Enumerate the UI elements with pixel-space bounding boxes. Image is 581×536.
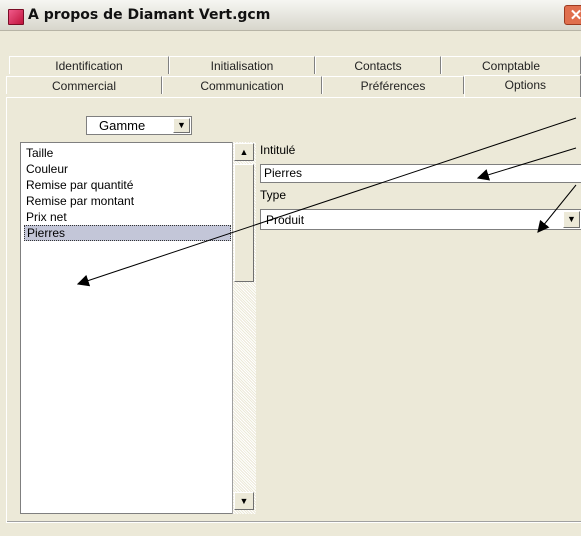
about-dialog-window: A propos de Diamant Vert.gcm ✕ Identific… [0,0,581,536]
annotation-arrow [537,184,577,233]
annotation-arrows [76,117,577,287]
annotation-arrow [76,117,577,287]
annotation-arrow [476,147,577,181]
